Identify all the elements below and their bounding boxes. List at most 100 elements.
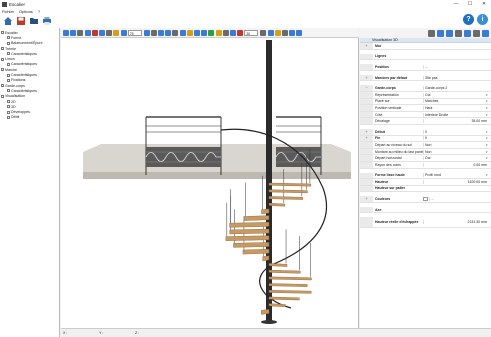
property-row[interactable]: Rayon des coins 0.00 mm bbox=[360, 161, 491, 169]
view-tool-icon[interactable] bbox=[229, 29, 236, 36]
property-row[interactable]: Position verticale Haut ▾ bbox=[360, 105, 491, 112]
property-value[interactable]: Marches bbox=[423, 99, 486, 104]
open-folder-icon[interactable] bbox=[28, 16, 39, 27]
property-row[interactable]: Hauteur sur palier bbox=[360, 185, 491, 193]
property-row[interactable]: Côté Intérieur Droite ▾ bbox=[360, 111, 491, 119]
property-value[interactable]: Non bbox=[423, 142, 486, 147]
view-tool-icon[interactable] bbox=[106, 29, 113, 36]
expand-toggle-icon[interactable] bbox=[1, 68, 4, 72]
print-icon[interactable] bbox=[41, 16, 52, 27]
property-row[interactable]: + Couleurs... bbox=[360, 196, 491, 203]
properties-tool-icon[interactable] bbox=[428, 29, 435, 37]
property-row[interactable]: − Garde-corps Garde-corps 2 bbox=[360, 85, 491, 92]
properties-tool-icon[interactable] bbox=[455, 29, 462, 37]
property-value[interactable]: Haut bbox=[423, 105, 486, 110]
view-tool-icon[interactable] bbox=[63, 29, 69, 36]
properties-tool-icon[interactable] bbox=[446, 29, 453, 37]
property-value[interactable]: 0.00 mm bbox=[423, 162, 491, 167]
property-row[interactable]: + Début 0 ▾ bbox=[360, 128, 491, 136]
property-row[interactable]: Lignes bbox=[360, 53, 491, 61]
chevron-down-icon[interactable]: ▾ bbox=[486, 156, 491, 160]
view-tool-icon[interactable] bbox=[194, 29, 200, 36]
chevron-down-icon[interactable]: ▾ bbox=[486, 113, 491, 117]
view-tool-icon[interactable] bbox=[237, 29, 244, 36]
chevron-down-icon[interactable]: ▾ bbox=[486, 93, 491, 97]
expand-icon[interactable]: + bbox=[360, 43, 373, 49]
chevron-down-icon[interactable]: ▾ bbox=[486, 143, 491, 147]
view-tool-icon[interactable] bbox=[215, 29, 222, 36]
property-row[interactable]: + Fin 0 ▾ bbox=[360, 135, 491, 143]
view-tool-icon[interactable] bbox=[201, 29, 208, 36]
save-icon[interactable] bbox=[15, 16, 26, 27]
zoom-field[interactable]: 75 bbox=[127, 29, 142, 36]
info-icon[interactable]: i bbox=[477, 14, 488, 25]
view-tool-icon[interactable] bbox=[158, 29, 165, 36]
view-tool-icon[interactable] bbox=[98, 29, 105, 36]
view-tool-icon[interactable] bbox=[296, 29, 303, 36]
property-value[interactable]: Oui bbox=[423, 156, 486, 161]
view-tool-icon[interactable] bbox=[70, 29, 77, 36]
property-row[interactable]: Hauteur réelle d'échappée 2131.30 mm bbox=[360, 217, 491, 228]
close-button[interactable]: ✕ bbox=[477, 0, 491, 8]
property-row[interactable]: Représentation Oui ▾ bbox=[360, 91, 491, 99]
property-row[interactable]: Hauteur 1100.00 mm bbox=[360, 179, 491, 186]
property-value[interactable]: 35.00 mm bbox=[423, 119, 491, 124]
property-row[interactable]: + Marches par défaut 35e pas bbox=[360, 74, 491, 82]
angle-field[interactable]: 30 bbox=[244, 29, 259, 36]
property-value[interactable]: 0 bbox=[423, 129, 486, 134]
expand-toggle-icon[interactable] bbox=[1, 57, 4, 61]
collapse-icon[interactable]: − bbox=[360, 85, 373, 91]
expand-icon[interactable]: + bbox=[360, 196, 373, 202]
chevron-down-icon[interactable]: ▾ bbox=[486, 150, 491, 154]
property-row[interactable]: Axe bbox=[360, 206, 491, 214]
expand-toggle-icon[interactable] bbox=[1, 84, 4, 88]
help-icon[interactable]: ? bbox=[463, 14, 474, 25]
property-value[interactable]: Garde-corps 2 bbox=[423, 86, 491, 91]
property-value[interactable]: 0 bbox=[423, 136, 486, 141]
view-tool-icon[interactable] bbox=[77, 29, 84, 36]
properties-tool-icon[interactable] bbox=[437, 29, 444, 37]
expand-toggle-icon[interactable] bbox=[1, 31, 4, 35]
menu-options[interactable]: Options bbox=[19, 9, 33, 14]
view-tool-icon[interactable] bbox=[267, 29, 274, 36]
color-swatch[interactable] bbox=[423, 197, 428, 202]
expand-toggle-icon[interactable] bbox=[1, 94, 4, 98]
chevron-down-icon[interactable]: ▾ bbox=[486, 130, 491, 134]
chevron-down-icon[interactable]: ▾ bbox=[486, 99, 491, 103]
view-tool-icon[interactable] bbox=[165, 29, 172, 36]
property-row[interactable]: Position... bbox=[360, 64, 491, 71]
property-row[interactable]: Forme lisse haute Profil rond ▾ bbox=[360, 172, 491, 180]
property-row[interactable]: + Mur bbox=[360, 43, 491, 50]
property-value[interactable]: ... bbox=[423, 64, 491, 69]
properties-tool-icon[interactable] bbox=[464, 29, 471, 37]
view-tool-icon[interactable] bbox=[179, 29, 186, 36]
view-tool-icon[interactable] bbox=[260, 29, 267, 36]
view-tool-icon[interactable] bbox=[91, 29, 98, 36]
property-row[interactable]: Placé sur Marches ▾ bbox=[360, 98, 491, 106]
chevron-down-icon[interactable]: ▾ bbox=[486, 136, 491, 140]
view-tool-icon[interactable] bbox=[274, 29, 281, 36]
minimize-button[interactable]: — bbox=[449, 0, 463, 8]
properties-tool-icon[interactable] bbox=[482, 29, 489, 37]
expand-icon[interactable]: + bbox=[360, 74, 373, 81]
view-tool-icon[interactable] bbox=[186, 29, 193, 36]
menu-fichier[interactable]: Fichier bbox=[2, 9, 14, 14]
properties-tool-icon[interactable] bbox=[473, 29, 480, 37]
menu-help[interactable]: ? bbox=[38, 9, 40, 14]
view-tool-icon[interactable] bbox=[172, 29, 179, 36]
maximize-button[interactable]: ☐ bbox=[463, 0, 477, 8]
property-value[interactable]: 35e pas bbox=[423, 75, 491, 80]
view-tool-icon[interactable] bbox=[84, 29, 91, 36]
property-row[interactable]: Départ horizontal Oui ▾ bbox=[360, 155, 491, 162]
property-value[interactable]: ... bbox=[429, 197, 491, 202]
property-row[interactable]: Montant au milieu du last panel Non ▾ bbox=[360, 148, 491, 156]
property-value[interactable]: Profil rond bbox=[423, 173, 486, 178]
chevron-down-icon[interactable]: ▾ bbox=[486, 106, 491, 110]
property-value[interactable]: 1100.00 mm bbox=[423, 179, 491, 184]
home-icon[interactable] bbox=[2, 16, 13, 27]
view-tool-icon[interactable] bbox=[113, 29, 120, 36]
view-tool-icon[interactable] bbox=[222, 29, 229, 36]
property-value[interactable]: Oui bbox=[423, 92, 486, 97]
view-tool-icon[interactable] bbox=[289, 29, 296, 36]
property-value[interactable]: 2131.30 mm bbox=[423, 220, 491, 225]
